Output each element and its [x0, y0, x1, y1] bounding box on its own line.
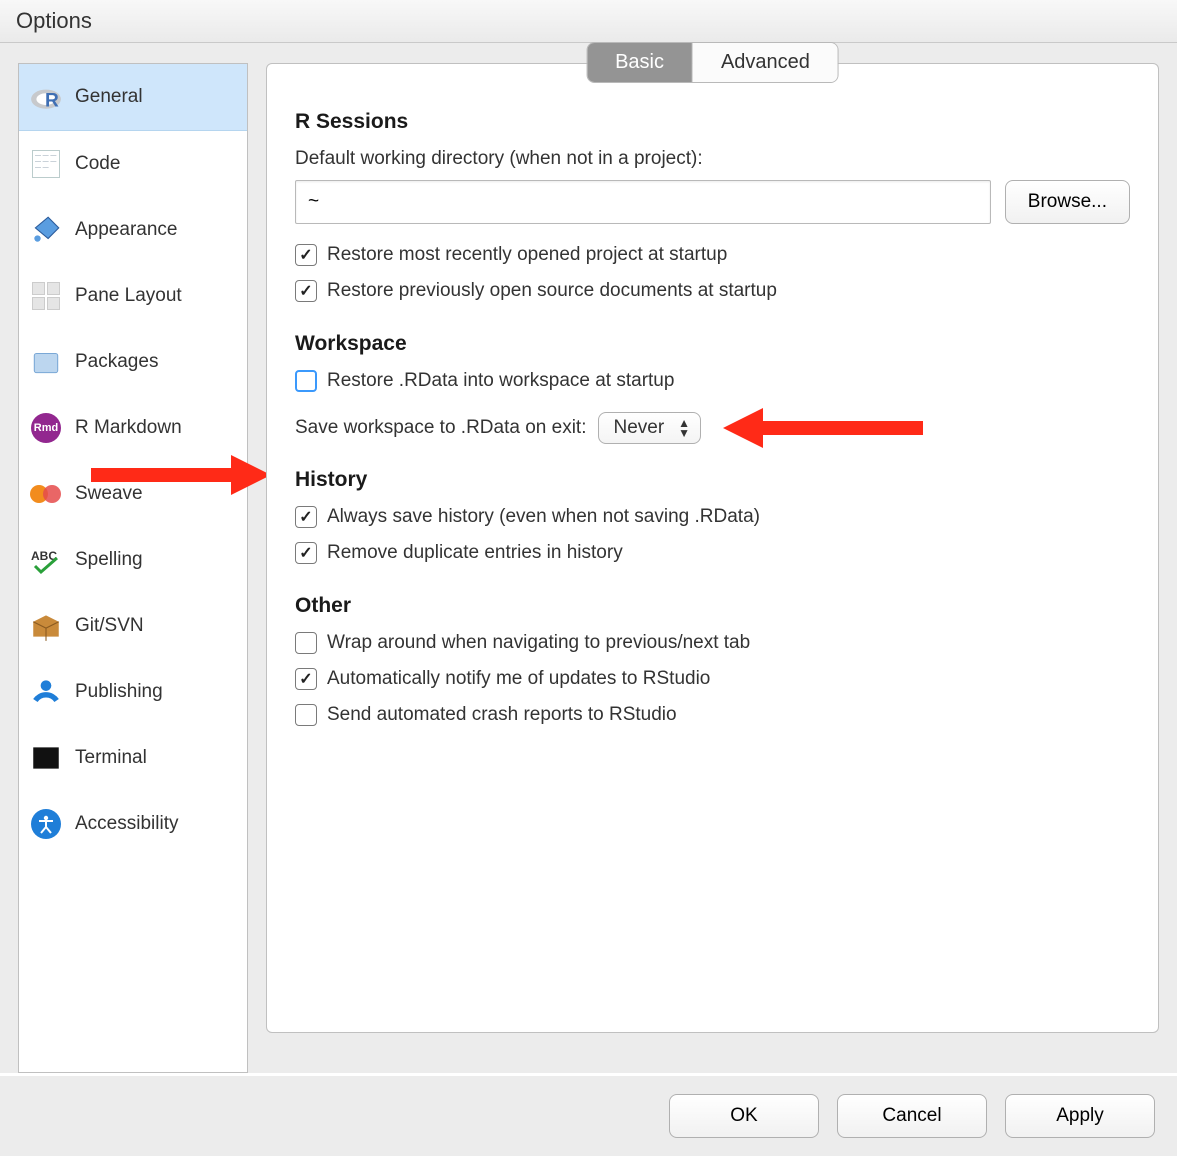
- sidebar-item-packages[interactable]: Packages: [19, 329, 247, 395]
- publish-icon: [29, 675, 63, 709]
- checkbox-label: Wrap around when navigating to previous/…: [327, 632, 750, 654]
- save-workspace-select[interactable]: Never ▲▼: [598, 412, 701, 444]
- terminal-icon: [29, 741, 63, 775]
- section-title-other: Other: [295, 594, 1130, 618]
- browse-button[interactable]: Browse...: [1005, 180, 1130, 224]
- sidebar-item-rmarkdown[interactable]: Rmd R Markdown: [19, 395, 247, 461]
- sidebar-item-label: Packages: [75, 351, 158, 373]
- checkbox-restore-project[interactable]: [295, 244, 317, 266]
- checkbox-label: Remove duplicate entries in history: [327, 542, 623, 564]
- tabs: Basic Advanced: [586, 42, 839, 83]
- package-icon: [29, 345, 63, 379]
- checkbox-restore-rdata[interactable]: [295, 370, 317, 392]
- sidebar-item-label: R Markdown: [75, 417, 182, 439]
- options-sidebar: R General — — —— — —— — Code Appearance …: [18, 63, 248, 1073]
- apply-button[interactable]: Apply: [1005, 1094, 1155, 1138]
- sidebar-item-code[interactable]: — — —— — —— — Code: [19, 131, 247, 197]
- checkbox-remove-dupes[interactable]: [295, 542, 317, 564]
- sidebar-item-label: Accessibility: [75, 813, 178, 835]
- sidebar-item-terminal[interactable]: Terminal: [19, 725, 247, 791]
- window-titlebar: Options: [0, 0, 1177, 43]
- sidebar-item-sweave[interactable]: Sweave: [19, 461, 247, 527]
- section-title-rsessions: R Sessions: [295, 110, 1130, 134]
- section-title-workspace: Workspace: [295, 332, 1130, 356]
- r-logo-icon: R: [29, 80, 63, 114]
- select-value: Never: [613, 417, 664, 439]
- options-panel: Basic Advanced R Sessions Default workin…: [266, 63, 1159, 1033]
- sidebar-item-label: General: [75, 86, 143, 108]
- updown-caret-icon: ▲▼: [678, 418, 690, 438]
- ok-button[interactable]: OK: [669, 1094, 819, 1138]
- accessibility-icon: [29, 807, 63, 841]
- panes-icon: [29, 279, 63, 313]
- sidebar-item-accessibility[interactable]: Accessibility: [19, 791, 247, 857]
- svg-text:R: R: [45, 91, 59, 112]
- sidebar-item-label: Code: [75, 153, 120, 175]
- dialog-footer: OK Cancel Apply: [0, 1076, 1177, 1156]
- sidebar-item-publishing[interactable]: Publishing: [19, 659, 247, 725]
- window-title: Options: [16, 8, 92, 33]
- sidebar-item-label: Sweave: [75, 483, 143, 505]
- sidebar-item-label: Git/SVN: [75, 615, 144, 637]
- checkbox-label: Always save history (even when not savin…: [327, 506, 760, 528]
- sidebar-item-label: Publishing: [75, 681, 163, 703]
- sidebar-item-spelling[interactable]: ABC Spelling: [19, 527, 247, 593]
- tab-basic[interactable]: Basic: [587, 43, 693, 82]
- rmarkdown-icon: Rmd: [29, 411, 63, 445]
- sweave-icon: [29, 477, 63, 511]
- checkbox-label: Send automated crash reports to RStudio: [327, 704, 677, 726]
- workdir-label: Default working directory (when not in a…: [295, 148, 1130, 170]
- checkbox-restore-docs[interactable]: [295, 280, 317, 302]
- checkbox-label: Automatically notify me of updates to RS…: [327, 668, 710, 690]
- sidebar-item-label: Appearance: [75, 219, 177, 241]
- checkbox-wrap-tabs[interactable]: [295, 632, 317, 654]
- checkbox-notify-updates[interactable]: [295, 668, 317, 690]
- checkbox-label: Restore most recently opened project at …: [327, 244, 727, 266]
- sidebar-item-label: Pane Layout: [75, 285, 182, 307]
- workdir-input[interactable]: [295, 180, 991, 224]
- spellcheck-icon: ABC: [29, 543, 63, 577]
- sidebar-item-gitsvn[interactable]: Git/SVN: [19, 593, 247, 659]
- checkbox-label: Restore .RData into workspace at startup: [327, 370, 674, 392]
- sidebar-item-label: Terminal: [75, 747, 147, 769]
- sidebar-item-general[interactable]: R General: [19, 64, 247, 131]
- sidebar-item-label: Spelling: [75, 549, 143, 571]
- save-workspace-label: Save workspace to .RData on exit:: [295, 417, 586, 439]
- sidebar-item-appearance[interactable]: Appearance: [19, 197, 247, 263]
- sidebar-item-pane-layout[interactable]: Pane Layout: [19, 263, 247, 329]
- checkbox-always-save-history[interactable]: [295, 506, 317, 528]
- box-icon: [29, 609, 63, 643]
- cancel-button[interactable]: Cancel: [837, 1094, 987, 1138]
- tab-advanced[interactable]: Advanced: [693, 43, 838, 82]
- annotation-arrow-left-icon: [723, 406, 923, 450]
- document-icon: — — —— — —— —: [29, 147, 63, 181]
- paint-bucket-icon: [29, 213, 63, 247]
- section-title-history: History: [295, 468, 1130, 492]
- checkbox-crash-reports[interactable]: [295, 704, 317, 726]
- checkbox-label: Restore previously open source documents…: [327, 280, 777, 302]
